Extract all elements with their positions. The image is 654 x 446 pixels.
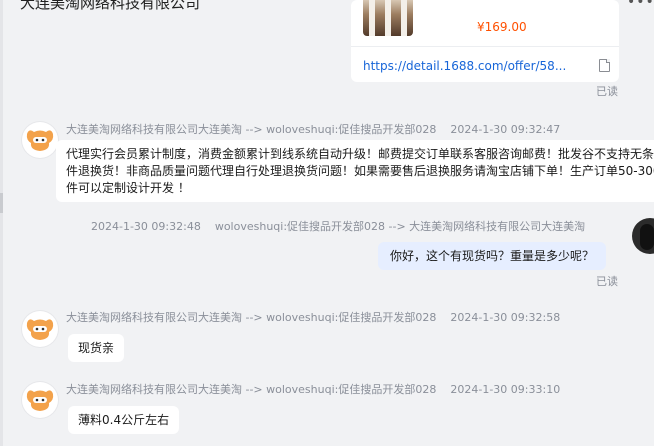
message-text: 现货亲 bbox=[78, 341, 115, 355]
message-text: 薄料0.4公斤左右 bbox=[78, 413, 170, 427]
avatar-icon[interactable] bbox=[22, 382, 58, 418]
avatar-icon[interactable] bbox=[22, 311, 58, 347]
message-bubble: 代理实行会员累计制度，消费金额累计到线系统自动升级！邮费提交订单联系客服咨询邮费… bbox=[56, 140, 654, 202]
message-meta: 大连美淘网络科技有限公司大连美淘 --> woloveshuqi:促佳搜品开发部… bbox=[66, 381, 560, 397]
message-sender: woloveshuqi:促佳搜品开发部028 --> 大连美淘网络科技有限公司大… bbox=[214, 220, 586, 233]
chat-title: 大连美淘网络科技有限公司 bbox=[20, 0, 201, 12]
message-time: 2024-1-30 09:32:47 bbox=[450, 123, 561, 136]
product-link-card[interactable]: ¥169.00 https://detail.1688.com/offer/58… bbox=[351, 0, 619, 82]
message-bubble: 你好，这个有现货吗？重量是多少呢？ bbox=[378, 242, 607, 270]
document-icon[interactable] bbox=[599, 59, 610, 72]
message-meta: 2024-1-30 09:32:48 woloveshuqi:促佳搜品开发部028… bbox=[91, 218, 585, 234]
product-price: ¥169.00 bbox=[477, 20, 527, 34]
message-sender: 大连美淘网络科技有限公司大连美淘 --> woloveshuqi:促佳搜品开发部… bbox=[66, 383, 437, 396]
self-avatar[interactable] bbox=[632, 218, 654, 254]
card-divider bbox=[351, 46, 619, 47]
message-time: 2024-1-30 09:33:10 bbox=[450, 383, 561, 396]
message-meta: 大连美淘网络科技有限公司大连美淘 --> woloveshuqi:促佳搜品开发部… bbox=[66, 309, 560, 325]
product-link[interactable]: https://detail.1688.com/offer/58... bbox=[363, 59, 566, 73]
message-line: 代理实行会员累计制度，消费金额累计到线系统自动升级！邮费提交订单联系客服咨询邮费… bbox=[66, 147, 654, 161]
message-time: 2024-1-30 09:32:58 bbox=[450, 311, 561, 324]
panel-resize-handle[interactable] bbox=[0, 193, 3, 213]
message-bubble: 薄料0.4公斤左右 bbox=[68, 406, 180, 434]
message-sender: 大连美淘网络科技有限公司大连美淘 --> woloveshuqi:促佳搜品开发部… bbox=[66, 123, 437, 136]
read-status: 已读 bbox=[596, 85, 618, 98]
message-bubble: 现货亲 bbox=[68, 334, 125, 362]
message-text: 你好，这个有现货吗？重量是多少呢？ bbox=[390, 249, 595, 263]
message-line: 件可以定制设计开发 ！ bbox=[66, 181, 190, 195]
avatar-icon[interactable] bbox=[22, 122, 58, 158]
more-icon[interactable]: ••• bbox=[627, 0, 654, 10]
left-panel-edge bbox=[0, 0, 3, 446]
message-sender: 大连美淘网络科技有限公司大连美淘 --> woloveshuqi:促佳搜品开发部… bbox=[66, 311, 437, 324]
message-line: 件退换货！非商品质量问题代理自行处理退换货问题！如果需要售后退换服务请淘宝店铺下… bbox=[66, 164, 654, 178]
product-thumbnail bbox=[363, 0, 413, 36]
read-status: 已读 bbox=[596, 275, 618, 288]
message-meta: 大连美淘网络科技有限公司大连美淘 --> woloveshuqi:促佳搜品开发部… bbox=[66, 121, 560, 137]
message-time: 2024-1-30 09:32:48 bbox=[91, 220, 201, 233]
